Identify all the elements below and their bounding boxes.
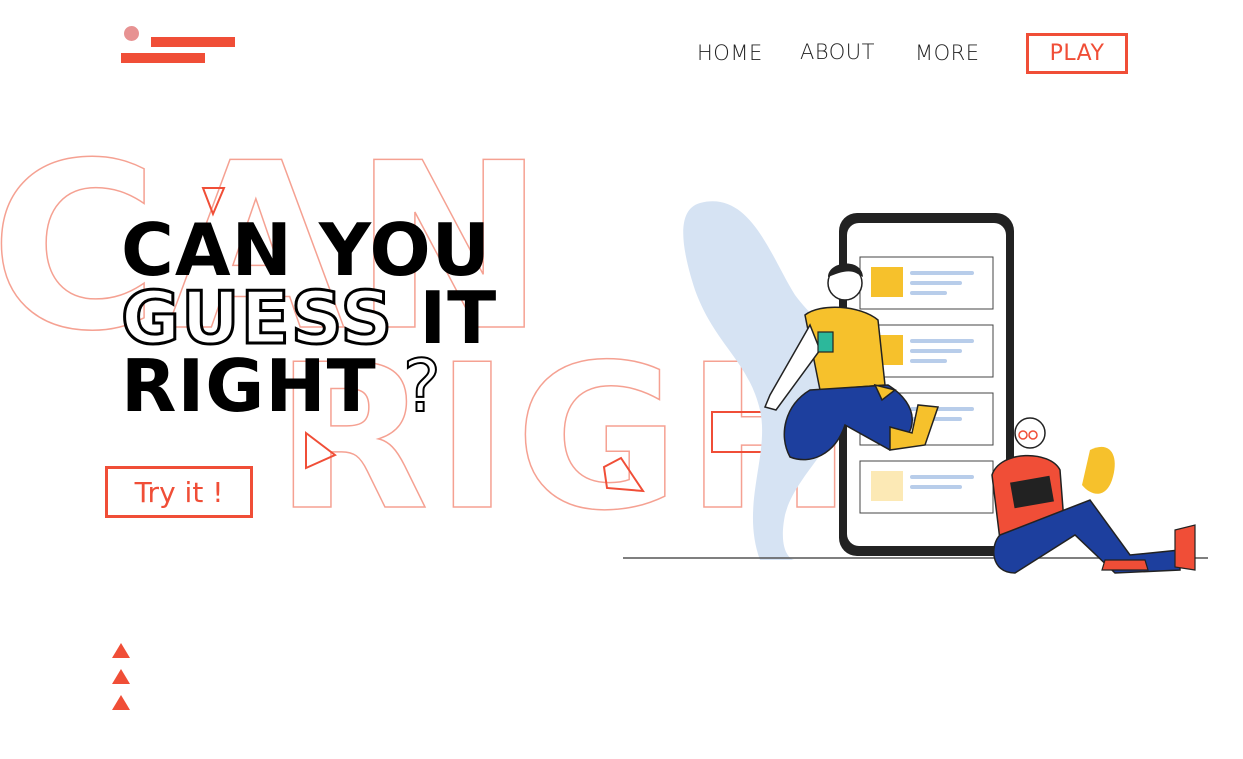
triangle-up-icon [112, 669, 130, 684]
logo[interactable] [121, 26, 236, 66]
triangle-up-icon [112, 695, 130, 710]
play-button[interactable]: PLAY [1026, 33, 1128, 74]
headline-line-2: GUESS IT [119, 281, 497, 356]
try-it-button[interactable]: Try it ! [105, 466, 253, 518]
sitting-man-illustration [991, 417, 1196, 574]
nav-home[interactable]: HOME [697, 41, 763, 65]
bg-triangle-r [305, 430, 337, 470]
headline-line-3: RIGHT ? [121, 349, 497, 423]
nav-more[interactable]: MORE [915, 41, 980, 65]
headline-right: RIGHT [121, 344, 377, 428]
logo-bar-bottom [121, 53, 205, 63]
hero-illustration [623, 201, 1208, 574]
nav-about[interactable]: ABOUT [800, 40, 875, 64]
logo-dot [124, 26, 139, 41]
logo-bar-top [151, 37, 235, 47]
headline-question-mark: ? [402, 344, 442, 428]
headline-line-1: CAN YOU [121, 208, 492, 292]
hero-headline: CAN YOU GUESS IT RIGHT ? [119, 208, 497, 423]
scroll-arrows[interactable] [112, 643, 132, 713]
triangle-up-icon [112, 643, 130, 658]
